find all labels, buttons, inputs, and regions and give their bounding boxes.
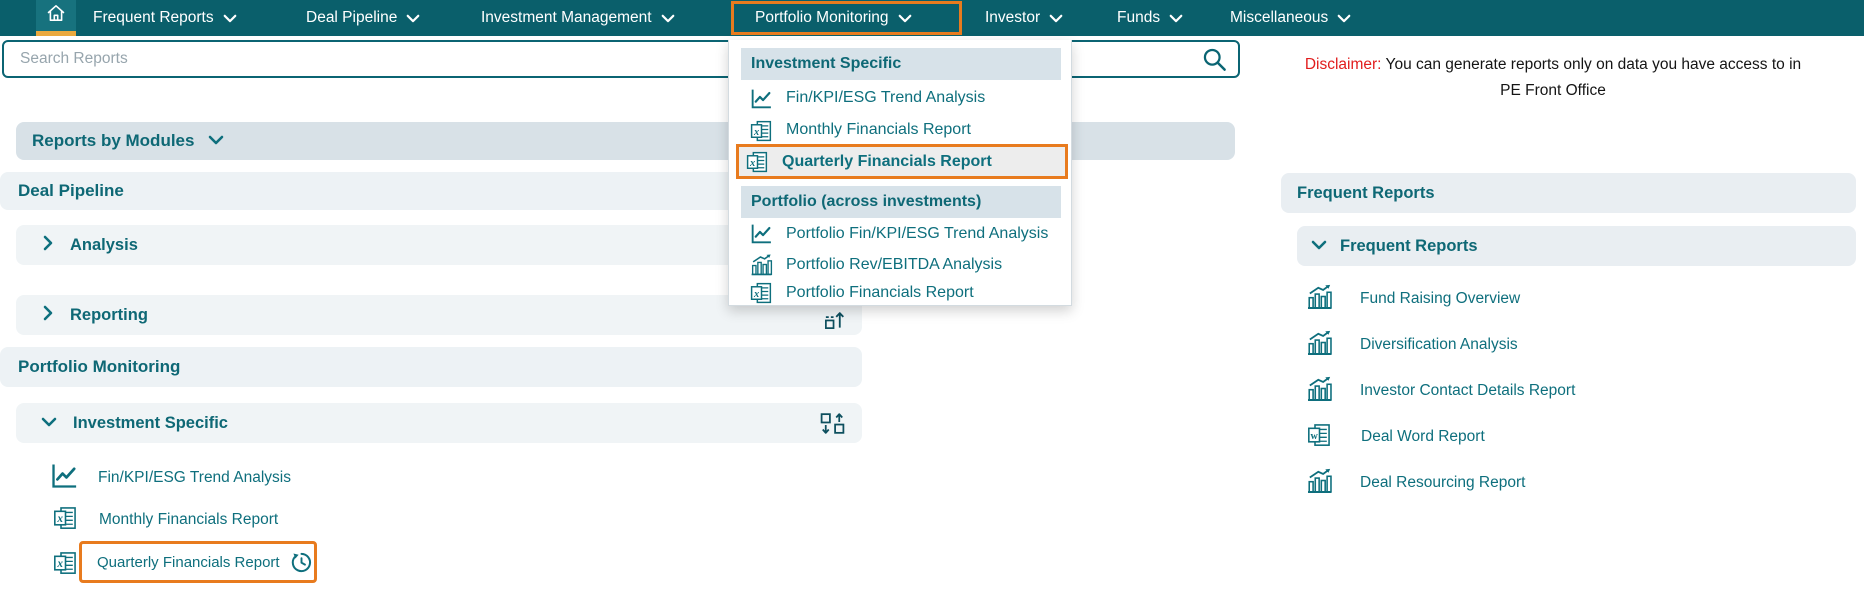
trend-chart-icon: [49, 460, 80, 496]
menu-section-investment-specific: Investment Specific: [741, 48, 1061, 80]
disclaimer-label: Disclaimer:: [1305, 56, 1382, 73]
row-label: Analysis: [70, 236, 138, 255]
report-label: Deal Resourcing Report: [1360, 474, 1525, 492]
section-title: Portfolio Monitoring: [18, 357, 180, 377]
excel-icon: [52, 504, 79, 536]
nav-item-miscellaneous[interactable]: Miscellaneous: [1230, 0, 1351, 36]
menu-item-label: Quarterly Financials Report: [782, 153, 992, 171]
menu-item-portfolio-rev-ebitda-analysis[interactable]: Portfolio Rev/EBITDA Analysis: [741, 249, 1065, 280]
trend-chart-icon: [749, 86, 774, 111]
menu-item-label: Portfolio Fin/KPI/ESG Trend Analysis: [786, 225, 1048, 243]
disclaimer-text: Disclaimer: You can generate reports onl…: [1250, 52, 1856, 104]
menu-section-label: Portfolio (across investments): [751, 193, 981, 211]
nav-item-label: Investor: [985, 9, 1040, 27]
pe-front-office-reports-screen: Frequent Reports Deal Pipeline Investmen…: [0, 0, 1864, 596]
portfolio-monitoring-dropdown: Investment Specific Fin/KPI/ESG Trend An…: [728, 40, 1072, 306]
menu-item-fin-kpi-esg-trend-analysis[interactable]: Fin/KPI/ESG Trend Analysis: [741, 82, 1065, 114]
menu-item-portfolio-fin-kpi-esg-trend-analysis[interactable]: Portfolio Fin/KPI/ESG Trend Analysis: [741, 218, 1065, 249]
nav-item-label: Miscellaneous: [1230, 9, 1328, 27]
expand-all-icon[interactable]: [823, 308, 846, 336]
bar-chart-icon: [1305, 466, 1334, 500]
frequent-reports-title: Frequent Reports: [1297, 184, 1435, 203]
menu-item-monthly-financials-report[interactable]: Monthly Financials Report: [741, 114, 1065, 146]
chevron-down-icon: [661, 14, 675, 23]
menu-item-label: Portfolio Rev/EBITDA Analysis: [786, 256, 1002, 274]
chevron-down-icon: [1311, 237, 1327, 255]
chevron-down-icon: [223, 14, 237, 23]
frequent-reports-header: Frequent Reports: [1281, 173, 1856, 213]
row-label: Investment Specific: [73, 414, 228, 433]
report-link-deal-resourcing-report[interactable]: Deal Resourcing Report: [1305, 467, 1525, 499]
report-label: Fund Raising Overview: [1360, 290, 1520, 308]
nav-item-label: Frequent Reports: [93, 9, 214, 27]
bar-chart-icon: [1305, 282, 1334, 316]
excel-icon: [749, 118, 774, 143]
chevron-down-icon: [1049, 14, 1063, 23]
reports-by-modules-label: Reports by Modules: [32, 131, 194, 151]
report-link-quarterly-financials-report[interactable]: Quarterly Financials Report: [79, 541, 317, 583]
row-label: Reporting: [70, 306, 148, 325]
nav-item-label: Deal Pipeline: [306, 9, 397, 27]
excel-icon: [52, 549, 79, 576]
bar-chart-icon: [1305, 328, 1334, 362]
report-link-deal-word-report[interactable]: Deal Word Report: [1306, 421, 1485, 453]
report-link-investor-contact-details-report[interactable]: Investor Contact Details Report: [1305, 375, 1575, 407]
nav-item-investment-management[interactable]: Investment Management: [481, 0, 675, 36]
chevron-down-icon: [208, 132, 224, 150]
nav-item-label: Funds: [1117, 9, 1160, 27]
top-nav-bar: Frequent Reports Deal Pipeline Investmen…: [0, 0, 1864, 36]
disclaimer-line2: PE Front Office: [1250, 78, 1856, 104]
nav-item-label: Portfolio Monitoring: [755, 9, 889, 27]
section-portfolio-monitoring: Portfolio Monitoring: [0, 347, 862, 387]
search-icon[interactable]: [1201, 46, 1228, 78]
chevron-down-icon: [1337, 14, 1351, 23]
report-link-monthly-financials-report[interactable]: Monthly Financials Report: [52, 505, 278, 535]
chevron-down-icon: [898, 14, 912, 23]
chevron-down-icon: [41, 414, 57, 432]
report-link-fin-kpi-esg-trend-analysis[interactable]: Fin/KPI/ESG Trend Analysis: [49, 461, 291, 495]
word-icon: [1306, 421, 1333, 453]
nav-item-funds[interactable]: Funds: [1117, 0, 1183, 36]
menu-section-label: Investment Specific: [751, 55, 901, 73]
bar-chart-icon: [1305, 374, 1334, 408]
nav-item-label: Investment Management: [481, 9, 652, 27]
trend-chart-icon: [749, 221, 774, 246]
nav-item-investor[interactable]: Investor: [985, 0, 1063, 36]
nav-item-deal-pipeline[interactable]: Deal Pipeline: [306, 0, 420, 36]
excel-icon: [745, 149, 770, 174]
report-label: Diversification Analysis: [1360, 336, 1518, 354]
section-title: Deal Pipeline: [18, 181, 124, 201]
history-icon[interactable]: [290, 551, 313, 574]
report-label: Deal Word Report: [1361, 428, 1485, 446]
report-label: Fin/KPI/ESG Trend Analysis: [98, 469, 291, 487]
chevron-down-icon: [1169, 14, 1183, 23]
chevron-right-icon: [43, 235, 53, 256]
bar-chart-icon: [749, 252, 774, 277]
home-tab[interactable]: [36, 0, 76, 36]
chevron-down-icon: [406, 14, 420, 23]
menu-item-quarterly-financials-report[interactable]: Quarterly Financials Report: [736, 144, 1068, 179]
collapse-all-icon[interactable]: [819, 411, 846, 441]
report-label: Investor Contact Details Report: [1360, 382, 1575, 400]
row-investment-specific[interactable]: Investment Specific: [16, 403, 862, 443]
disclaimer-line1: You can generate reports only on data yo…: [1386, 56, 1802, 73]
menu-item-label: Portfolio Financials Report: [786, 284, 974, 302]
report-link-diversification-analysis[interactable]: Diversification Analysis: [1305, 329, 1518, 361]
nav-item-frequent-reports[interactable]: Frequent Reports: [93, 0, 237, 36]
nav-item-portfolio-monitoring[interactable]: Portfolio Monitoring: [755, 0, 912, 36]
menu-item-portfolio-financials-report[interactable]: Portfolio Financials Report: [741, 278, 1065, 307]
report-link-fund-raising-overview[interactable]: Fund Raising Overview: [1305, 283, 1520, 315]
menu-item-label: Fin/KPI/ESG Trend Analysis: [786, 89, 985, 107]
menu-section-portfolio-across-investments: Portfolio (across investments): [741, 186, 1061, 218]
chevron-right-icon: [43, 305, 53, 326]
excel-icon: [749, 280, 774, 305]
menu-item-label: Monthly Financials Report: [786, 121, 971, 139]
home-icon: [44, 1, 68, 30]
frequent-reports-group[interactable]: Frequent Reports: [1297, 226, 1856, 266]
group-label: Frequent Reports: [1340, 237, 1478, 256]
report-label: Quarterly Financials Report: [97, 554, 280, 571]
report-label: Monthly Financials Report: [99, 511, 278, 529]
